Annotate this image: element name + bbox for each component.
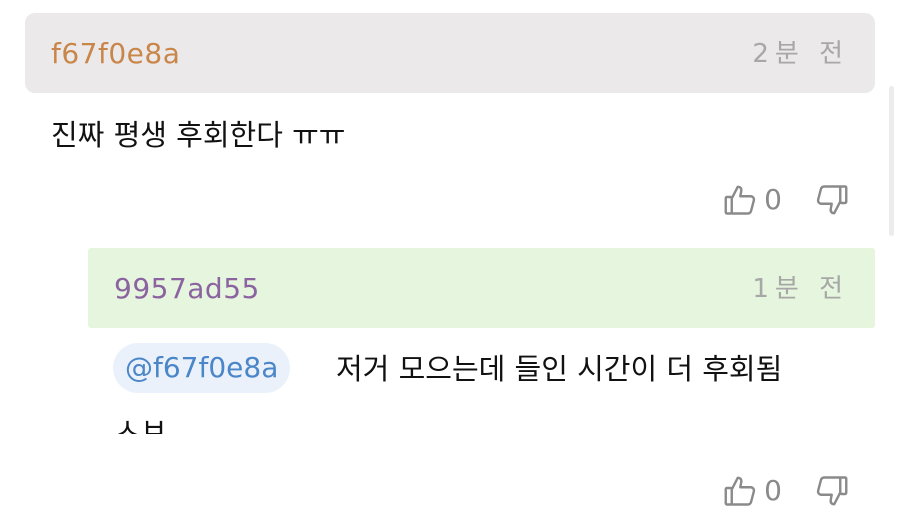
- comment-actions: 0: [722, 180, 850, 220]
- reply-body: 저거 모으는데 들인 시간이 더 후회됨: [336, 352, 783, 386]
- thumbs-down-icon: [814, 473, 850, 509]
- like-count: 0: [764, 474, 782, 507]
- like-button[interactable]: 0: [722, 182, 782, 218]
- like-button[interactable]: 0: [722, 473, 782, 509]
- dislike-button[interactable]: [814, 473, 850, 509]
- like-count: 0: [764, 183, 782, 216]
- dislike-button[interactable]: [814, 182, 850, 218]
- comment-header: f67f0e8a 2분 전: [25, 13, 875, 93]
- thumbs-down-icon: [814, 182, 850, 218]
- comment-thread: f67f0e8a 2분 전 진짜 평생 후회한다 ㅠㅠ 0 9957ad55 1…: [0, 0, 900, 525]
- reply-timestamp: 1분 전: [752, 274, 849, 304]
- reply-header: 9957ad55 1분 전: [88, 248, 875, 328]
- comment-body: 진짜 평생 후회한다 ㅠㅠ: [51, 118, 346, 152]
- scrollbar[interactable]: [889, 86, 894, 236]
- reply-author[interactable]: 9957ad55: [114, 272, 260, 306]
- mention-chip[interactable]: @f67f0e8a: [113, 343, 291, 393]
- reply-body-continued: ㅅㅂ: [114, 412, 168, 434]
- comment-author[interactable]: f67f0e8a: [51, 37, 180, 71]
- reply-actions: 0: [722, 471, 850, 511]
- comment-timestamp: 2분 전: [752, 39, 849, 69]
- thumbs-up-icon: [722, 473, 758, 509]
- thumbs-up-icon: [722, 182, 758, 218]
